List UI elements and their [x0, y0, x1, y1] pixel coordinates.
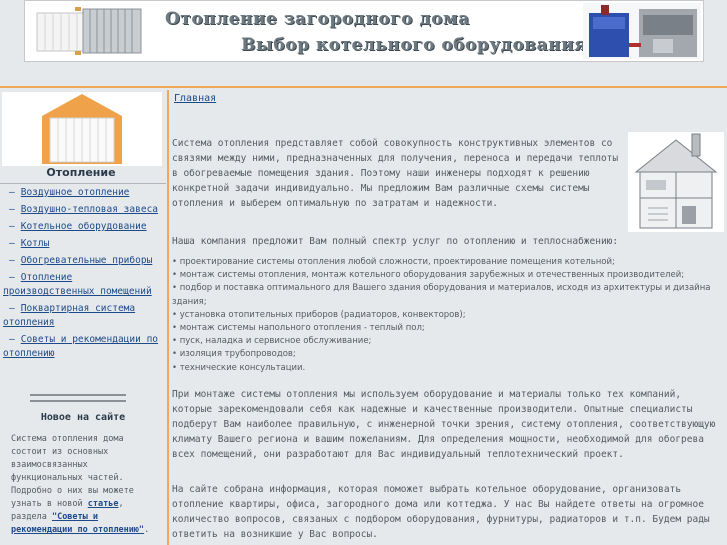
services-list: проектирование системы отопления любой с… [172, 256, 720, 375]
header-divider [0, 86, 727, 88]
list-item: проектирование системы отопления любой с… [172, 256, 720, 269]
site-info-paragraph: На сайте собрана информация, которая пом… [172, 484, 710, 540]
sidebar-item-industrial-heating[interactable]: – Отопление производственных помещений [3, 271, 163, 299]
sidebar-title: Отопление [46, 166, 116, 179]
bullet-dash: – [9, 334, 15, 345]
header-title-line2: Выбор котельного оборудования [241, 35, 588, 55]
bullet-dash: – [9, 204, 15, 215]
sidebar: Отопление – Воздушное отопление – Воздушно… [0, 90, 166, 545]
breadcrumb-home[interactable]: Главная [174, 93, 216, 104]
list-item: монтаж системы отопления, монтаж котельн… [172, 269, 720, 282]
sidebar-item-heaters[interactable]: – Обогревательные приборы [3, 254, 163, 268]
header: Отопление загородного дома Выбор котельн… [0, 0, 727, 90]
bullet-dash: – [9, 255, 15, 266]
bullet-dash: – [9, 303, 15, 314]
list-item: установка отопительных приборов (радиато… [172, 309, 720, 322]
sidebar-item-air-heating[interactable]: – Воздушное отопление [3, 186, 163, 200]
sidebar-link[interactable]: Котельное оборудование [21, 221, 147, 232]
bullet-dash: – [9, 272, 15, 283]
sidebar-item-boiler-equipment[interactable]: – Котельное оборудование [3, 220, 163, 234]
intro-paragraph: Система отопления представляет собой сов… [172, 138, 619, 209]
list-item: изоляция трубопроводов; [172, 348, 720, 361]
services-intro: Наша компания предложит Вам полный спект… [172, 236, 619, 247]
sidebar-link[interactable]: Отопление производственных помещений [3, 272, 152, 297]
list-item: подбор и поставка оптимального для Вашег… [172, 282, 720, 308]
sidebar-link[interactable]: Обогревательные приборы [21, 255, 153, 266]
sidebar-link[interactable]: Котлы [21, 238, 50, 249]
news-text-start: Система отопления дома состоит из основн… [11, 434, 134, 509]
main-content: Главная Система отопления представляет с… [170, 90, 727, 545]
sidebar-link[interactable]: Воздушное отопление [21, 187, 130, 198]
sidebar-link[interactable]: Советы и рекомендации по отоплению [3, 334, 158, 359]
sidebar-link[interactable]: Поквартирная система отопления [3, 303, 135, 328]
sidebar-divider-line [167, 90, 169, 545]
boiler-illustration [583, 3, 701, 59]
house-radiator-icon [2, 92, 162, 166]
bullet-dash: – [9, 238, 15, 249]
bullet-dash: – [9, 221, 15, 232]
header-title-line1: Отопление загородного дома [165, 9, 470, 29]
sidebar-divider-top [30, 394, 126, 396]
news-title: Новое на сайте [40, 412, 126, 423]
sidebar-item-tips[interactable]: – Советы и рекомендации по отоплению [3, 333, 163, 361]
bullet-dash: – [9, 187, 15, 198]
sidebar-item-boilers[interactable]: – Котлы [3, 237, 163, 251]
sidebar-divider-bottom [30, 400, 126, 402]
sidebar-item-air-curtain[interactable]: – Воздушно-тепловая завеса [3, 203, 163, 217]
list-item: монтаж системы напольного отопления - те… [172, 322, 720, 335]
radiator-illustration [36, 7, 142, 55]
house-cutaway-illustration [628, 132, 724, 232]
sidebar-link[interactable]: Воздушно-тепловая завеса [21, 204, 158, 215]
news-text: Система отопления дома состоит из основн… [11, 433, 161, 537]
news-article-link[interactable]: статье [88, 499, 119, 509]
sidebar-nav: – Воздушное отопление – Воздушно-тепловая … [3, 186, 163, 364]
news-text-end: . [144, 525, 150, 535]
header-banner: Отопление загородного дома Выбор котельн… [24, 0, 704, 62]
page: Отопление загородного дома Выбор котельн… [0, 0, 727, 545]
list-item: технические консультации. [172, 362, 720, 375]
sidebar-separator [0, 183, 166, 184]
list-item: пуск, наладка и сервисное обслуживание; [172, 335, 720, 348]
installation-paragraph: При монтаже системы отопления мы использ… [172, 389, 716, 460]
sidebar-item-apartment-heating[interactable]: – Поквартирная система отопления [3, 302, 163, 330]
